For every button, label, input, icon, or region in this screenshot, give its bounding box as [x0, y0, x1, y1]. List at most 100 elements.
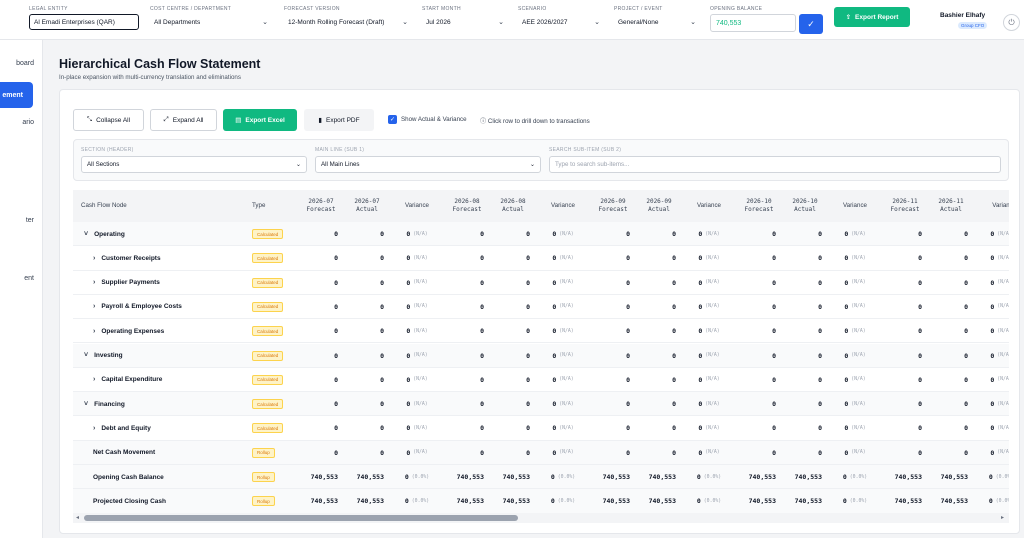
export-icon: ⇪: [845, 14, 852, 21]
table-row[interactable]: › Operating Expenses Calculated 0 0 0 (N/A) 0 0 0…: [73, 319, 1009, 344]
export-excel-button[interactable]: ▤ Export Excel: [223, 109, 297, 131]
start-month-select[interactable]: Jul 2026 ⌄: [422, 14, 508, 30]
variance-value: 0(N/A): [833, 295, 877, 319]
forecast-value: 0: [772, 327, 776, 336]
chevron-right-icon[interactable]: ›: [93, 303, 95, 310]
table-row[interactable]: ˅ Investing Calculated 0 0 0 (N/A) 0 0 0 (N/A) 0 0 0(…: [73, 343, 1009, 368]
apply-balance-button[interactable]: ✓: [799, 14, 823, 34]
variance-amount: 0: [990, 351, 995, 360]
actual-value: 0: [672, 254, 676, 263]
chevron-right-icon[interactable]: ›: [93, 328, 95, 335]
forecast-value: 0: [334, 302, 338, 311]
forecast-value: 0: [918, 400, 922, 409]
variance-value: 0(N/A): [541, 392, 585, 416]
sidebar-item-management[interactable]: ent: [24, 275, 34, 282]
export-pdf-button[interactable]: ▮ Export PDF: [304, 109, 374, 131]
forecast-value: 0: [334, 375, 338, 384]
sidebar-item-master[interactable]: ter: [26, 217, 34, 224]
sidebar: board ement ario ter ent: [0, 40, 43, 538]
variance-amount: 0: [698, 351, 703, 360]
logout-button[interactable]: ⏻: [1003, 14, 1020, 31]
main-line-filter-select[interactable]: All Main Lines ⌄: [315, 156, 541, 173]
scenario-select[interactable]: AEE 2026/2027 ⌄: [518, 14, 604, 30]
variance-value: 0(N/A): [687, 222, 731, 246]
variance-value: 0(0.0%): [979, 489, 1009, 513]
variance-percent: (N/A): [413, 328, 428, 334]
variance-value: 0(N/A): [833, 319, 877, 343]
actual-value: 0: [818, 375, 822, 384]
forecast-version-select[interactable]: 12-Month Rolling Forecast (Draft) ⌄: [284, 14, 412, 30]
table-header: Cash Flow Node Type 2026-07 Forecast 2026-0…: [73, 190, 1009, 222]
collapse-all-button[interactable]: ⤡ Collapse All: [73, 109, 144, 131]
chevron-right-icon[interactable]: ›: [93, 376, 95, 383]
table-row[interactable]: Opening Cash Balance Rollup 740,553 740,553…: [73, 465, 1009, 490]
chevron-right-icon[interactable]: ›: [93, 255, 95, 262]
variance-percent: (N/A): [851, 328, 866, 334]
variance-amount: 0: [990, 278, 995, 287]
forecast-value: 740,553: [456, 473, 484, 481]
opening-balance-input[interactable]: 740,553: [710, 14, 796, 32]
actual-value: 0: [964, 351, 968, 360]
variance-value: 0(N/A): [541, 416, 585, 440]
row-node-label: ˅ Operating: [84, 222, 125, 246]
actual-value: 0: [818, 400, 822, 409]
table-row[interactable]: › Capital Expenditure Calculated 0 0 0 (N/A) 0 0…: [73, 368, 1009, 393]
table-row[interactable]: Projected Closing Cash Rollup 740,553 740,5…: [73, 489, 1009, 513]
variance-value: 0(0.0%): [833, 465, 877, 489]
chevron-right-icon[interactable]: ›: [93, 425, 95, 432]
forecast-value: 0: [480, 302, 484, 311]
export-report-button[interactable]: ⇪ Export Report: [834, 7, 910, 27]
cost-centre-select[interactable]: All Departments ⌄: [150, 14, 272, 30]
forecast-value: 0: [772, 351, 776, 360]
variance-amount: 0: [990, 302, 995, 311]
top-bar: Legal Entity Al Emadi Enterprises (QAR) …: [0, 0, 1024, 40]
variance-percent: (N/A): [413, 304, 428, 310]
search-sub-item-input[interactable]: Type to search sub-items...: [549, 156, 1001, 173]
variance-percent: (0.0%): [849, 474, 868, 480]
scroll-right-icon[interactable]: ▸: [1001, 514, 1004, 521]
variance-amount: 0: [844, 351, 849, 360]
legal-entity-select[interactable]: Al Emadi Enterprises (QAR): [29, 14, 139, 30]
row-node-text: Debt and Equity: [101, 424, 151, 432]
project-event-select[interactable]: General/None ⌄: [614, 14, 700, 30]
table-row[interactable]: › Payroll & Employee Costs Calculated 0 0 0 (N…: [73, 295, 1009, 320]
table-row[interactable]: › Debt and Equity Calculated 0 0 0 (N/A) 0 0 0 (N/…: [73, 416, 1009, 441]
chevron-down-icon[interactable]: ˅: [84, 352, 88, 359]
table-row[interactable]: Net Cash Movement Rollup 0 0 0 (N/A) 0 0 0 (N/A) 0…: [73, 440, 1009, 465]
variance-percent: (0.0%): [849, 498, 868, 504]
variance-percent: (N/A): [851, 401, 866, 407]
scrollbar-thumb[interactable]: [84, 515, 518, 521]
variance-value: 0(N/A): [395, 271, 439, 295]
actual-value: 0: [380, 254, 384, 263]
sidebar-item-dashboard[interactable]: board: [16, 60, 34, 67]
variance-percent: (N/A): [997, 280, 1009, 286]
sidebar-item-scenario[interactable]: ario: [22, 119, 34, 126]
cash-flow-table: Cash Flow Node Type 2026-07 Forecast 2026-0…: [73, 190, 1009, 513]
actual-value: 0: [672, 278, 676, 287]
chevron-down-icon[interactable]: ˅: [84, 401, 88, 408]
chevron-right-icon[interactable]: ›: [93, 279, 95, 286]
variance-value: 0(N/A): [979, 271, 1009, 295]
variance-amount: 0: [990, 400, 995, 409]
type-badge: Calculated: [252, 301, 284, 312]
sidebar-item-statement[interactable]: ement: [0, 82, 33, 108]
opening-balance-field: Opening Balance 740,553: [710, 6, 796, 32]
variance-amount: 0: [990, 448, 995, 457]
show-actual-checkbox[interactable]: ✓: [388, 115, 397, 124]
actual-value: 0: [818, 424, 822, 433]
variance-percent: (N/A): [413, 353, 428, 358]
horizontal-scrollbar[interactable]: ◂ ▸: [73, 513, 1009, 523]
actual-value: 740,553: [648, 473, 676, 481]
variance-amount: 0: [842, 473, 847, 481]
table-row[interactable]: ˅ Operating Calculated 0 0 0 (N/A) 0 0 0 (N/A) 0 0 0(…: [73, 222, 1009, 247]
scroll-left-icon[interactable]: ◂: [76, 514, 79, 521]
scenario-value: AEE 2026/2027: [522, 18, 568, 26]
variance-value: 0(N/A): [687, 271, 731, 295]
table-row[interactable]: ˅ Financing Calculated 0 0 0 (N/A) 0 0 0 (N/A) 0 0 0(…: [73, 392, 1009, 417]
section-filter-select[interactable]: All Sections ⌄: [81, 156, 307, 173]
chevron-down-icon[interactable]: ˅: [84, 231, 88, 238]
expand-all-button[interactable]: ⤢ Expand All: [150, 109, 217, 131]
table-row[interactable]: › Supplier Payments Calculated 0 0 0 (N/A) 0 0 0(…: [73, 271, 1009, 295]
row-node-label: › Payroll & Employee Costs: [93, 295, 182, 319]
table-row[interactable]: › Customer Receipts Calculated 0 0 0 (N/A) 0 0 0(…: [73, 246, 1009, 271]
